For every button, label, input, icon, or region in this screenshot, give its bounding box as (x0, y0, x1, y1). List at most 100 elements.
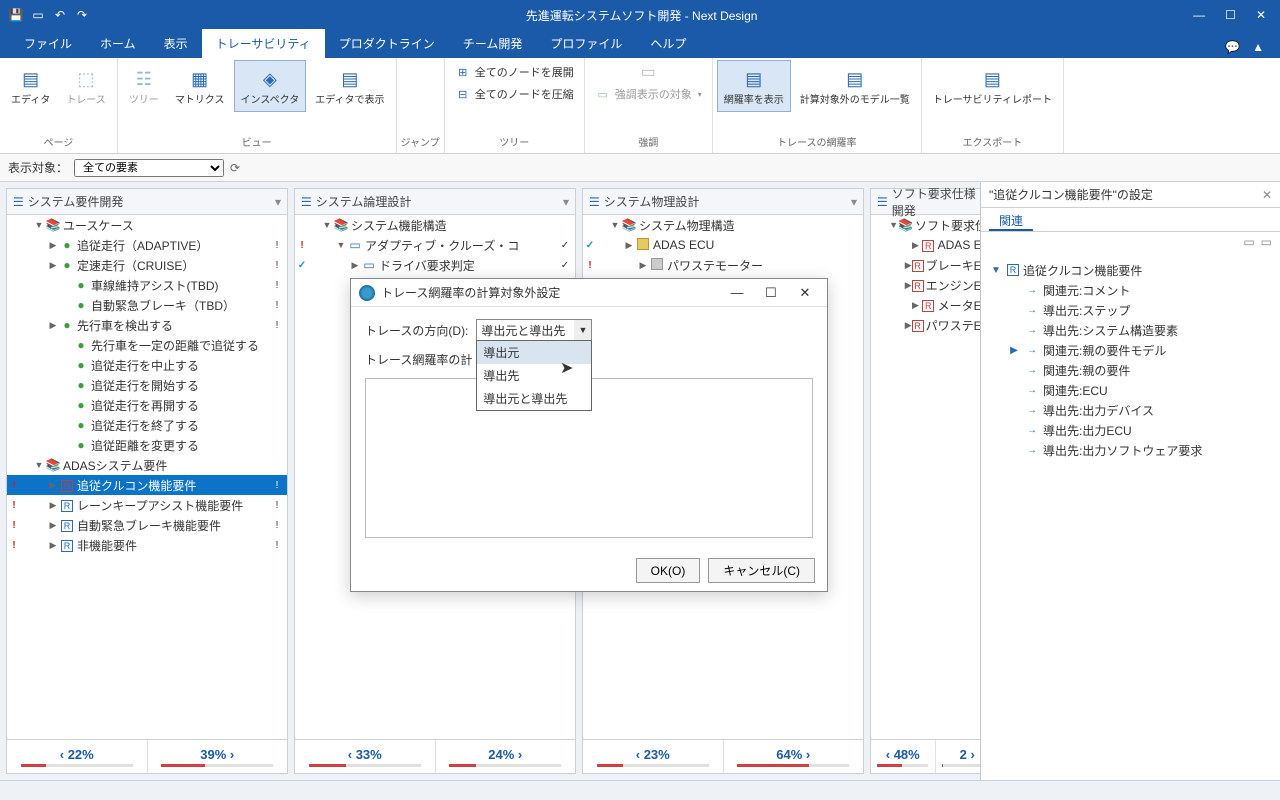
coverage-left[interactable]: 48% (871, 740, 935, 773)
save-icon[interactable]: 💾 (8, 7, 24, 23)
expand-icon[interactable]: ▶ (910, 240, 921, 251)
expand-icon[interactable]: ▶ (47, 260, 59, 271)
tree-row[interactable]: ▶●追従走行（ADAPTIVE）! (7, 235, 287, 255)
coverage-left[interactable]: 23% (583, 740, 723, 773)
tree-row[interactable]: !▶R追従クルコン機能要件! (7, 475, 287, 495)
relation-item[interactable]: →導出元:ステップ (989, 300, 1272, 320)
tree-row[interactable]: ▶RエンジンECU (871, 275, 980, 295)
expand-icon[interactable]: ▼ (33, 220, 45, 230)
tab-home[interactable]: ホーム (86, 29, 150, 58)
expand-icon[interactable]: ▶ (47, 240, 59, 251)
tree-row[interactable]: ✓▶ADAS ECU (583, 235, 863, 255)
tree-row[interactable]: ▼📚ソフト要求仕様 (871, 215, 980, 235)
column-menu-icon[interactable]: ▾ (851, 195, 857, 209)
expand-icon[interactable]: ▶ (905, 260, 912, 271)
filter-select[interactable]: 全ての要素 (74, 159, 224, 177)
panel-tool-icon-2[interactable]: ▭ (1261, 235, 1272, 253)
coverage-right[interactable]: 39% (147, 740, 288, 773)
relation-item[interactable]: →導出先:出力ECU (989, 420, 1272, 440)
tab-relation[interactable]: 関連 (989, 208, 1033, 231)
tab-productline[interactable]: プロダクトライン (325, 29, 449, 58)
tree-row[interactable]: ●車線維持アシスト(TBD)! (7, 275, 287, 295)
relation-item[interactable]: →関連先:ECU (989, 380, 1272, 400)
tree-row[interactable]: ●追従走行を終了する (7, 415, 287, 435)
minimize-button[interactable]: ― (1193, 8, 1205, 22)
tree-row[interactable]: ▶RメータECU (871, 295, 980, 315)
tree-view-button[interactable]: ☷ツリー (122, 60, 166, 112)
tree-row[interactable]: ▼📚システム機能構造 (295, 215, 575, 235)
expand-icon[interactable]: ▼ (889, 220, 898, 230)
dialog-maximize-button[interactable]: ☐ (757, 285, 785, 301)
tab-traceability[interactable]: トレーサビリティ (202, 29, 325, 58)
expand-icon[interactable]: ▼ (335, 240, 347, 250)
close-button[interactable]: ✕ (1256, 8, 1266, 22)
inspector-button[interactable]: ◈インスペクタ (234, 60, 307, 112)
maximize-button[interactable]: ☐ (1225, 8, 1236, 22)
column-menu-icon[interactable]: ▾ (275, 195, 281, 209)
matrix-button[interactable]: ▦マトリクス (168, 60, 232, 112)
tab-profile[interactable]: プロファイル (536, 29, 636, 58)
expand-icon[interactable]: ▼ (33, 460, 45, 470)
column-menu-icon[interactable]: ▾ (563, 195, 569, 209)
option-source[interactable]: 導出元 (477, 341, 591, 364)
relation-item[interactable]: →導出先:システム構造要素 (989, 320, 1272, 340)
coverage-right[interactable]: 24% (435, 740, 576, 773)
tab-help[interactable]: ヘルプ (636, 29, 700, 58)
tree-row[interactable]: ●追従距離を変更する (7, 435, 287, 455)
cancel-button[interactable]: キャンセル(C) (708, 558, 815, 583)
tree-row[interactable]: ●追従走行を中止する (7, 355, 287, 375)
relation-item[interactable]: →導出先:出力デバイス (989, 400, 1272, 420)
expand-icon[interactable]: ▶ (905, 320, 912, 331)
show-in-editor-button[interactable]: ▤エディタで表示 (308, 60, 391, 112)
dialog-minimize-button[interactable]: ― (723, 285, 751, 300)
expand-icon[interactable]: ▶ (47, 520, 59, 531)
collapse-all-button[interactable]: ⊟全てのノードを圧縮 (451, 84, 578, 104)
relation-item[interactable]: →関連元:コメント (989, 280, 1272, 300)
dialog-close-button[interactable]: ✕ (791, 285, 819, 301)
tree-row[interactable]: !▶パワステモーター (583, 255, 863, 275)
open-icon[interactable]: ▭ (30, 7, 46, 23)
expand-icon[interactable]: ▶ (910, 300, 921, 311)
expand-all-button[interactable]: ⊞全てのノードを展開 (451, 62, 578, 82)
coverage-right[interactable]: 2 (935, 740, 981, 773)
direction-combo[interactable]: 導出元と導出先 ▼ 導出元 導出先 導出元と導出先 (476, 319, 592, 341)
ok-button[interactable]: OK(O) (636, 558, 701, 583)
collapse-ribbon-icon[interactable]: ▲ (1252, 40, 1264, 54)
expand-icon[interactable]: ▼ (989, 265, 1003, 276)
feedback-icon[interactable]: 💬 (1225, 40, 1240, 54)
expand-icon[interactable]: ▶ (637, 260, 649, 271)
tree-row[interactable]: !▶Rレーンキープアシスト機能要件! (7, 495, 287, 515)
tree-row[interactable]: ●追従走行を再開する (7, 395, 287, 415)
exclusion-list-button[interactable]: ▤計算対象外のモデル一覧 (793, 60, 917, 112)
expand-icon[interactable]: ▼ (321, 220, 333, 230)
tree-row[interactable]: ▶●先行車を検出する! (7, 315, 287, 335)
expand-icon[interactable]: ▶ (47, 500, 59, 511)
filter-refresh-icon[interactable]: ⟳ (230, 161, 240, 175)
expand-icon[interactable]: ▼ (609, 220, 621, 230)
coverage-right[interactable]: 64% (723, 740, 864, 773)
tab-view[interactable]: 表示 (150, 29, 202, 58)
undo-icon[interactable]: ↶ (52, 7, 68, 23)
panel-close-icon[interactable]: ✕ (1262, 188, 1272, 202)
tree-row[interactable]: !▼▭アダプティブ・クルーズ・コ✓ (295, 235, 575, 255)
relation-item[interactable]: →関連先:親の要件 (989, 360, 1272, 380)
expand-icon[interactable]: ▶ (905, 280, 912, 291)
option-both[interactable]: 導出元と導出先 (477, 387, 591, 410)
coverage-left[interactable]: 33% (295, 740, 435, 773)
report-button[interactable]: ▤トレーサビリティレポート (926, 60, 1059, 112)
expand-icon[interactable]: ▶ (47, 320, 59, 331)
expand-icon[interactable]: ▶ (349, 260, 361, 271)
relation-item[interactable]: ▶→関連元:親の要件モデル (989, 340, 1272, 360)
trace-button[interactable]: ⬚トレース (59, 60, 113, 112)
tree-row[interactable]: ●自動緊急ブレーキ（TBD）! (7, 295, 287, 315)
tab-team[interactable]: チーム開発 (449, 29, 537, 58)
panel-tool-icon-1[interactable]: ▭ (1243, 235, 1254, 253)
tree-row[interactable]: ▶RブレーキECU (871, 255, 980, 275)
expand-icon[interactable]: ▶ (47, 480, 59, 491)
relation-item[interactable]: →導出先:出力ソフトウェア要求 (989, 440, 1272, 460)
tree-row[interactable]: !▶R非機能要件! (7, 535, 287, 555)
tree-row[interactable]: ▼📚ユースケース (7, 215, 287, 235)
tree-row[interactable]: ▶RパワステECU (871, 315, 980, 335)
tree-row[interactable]: ▶RADAS ECU (871, 235, 980, 255)
tree-row[interactable]: !▶R自動緊急ブレーキ機能要件! (7, 515, 287, 535)
